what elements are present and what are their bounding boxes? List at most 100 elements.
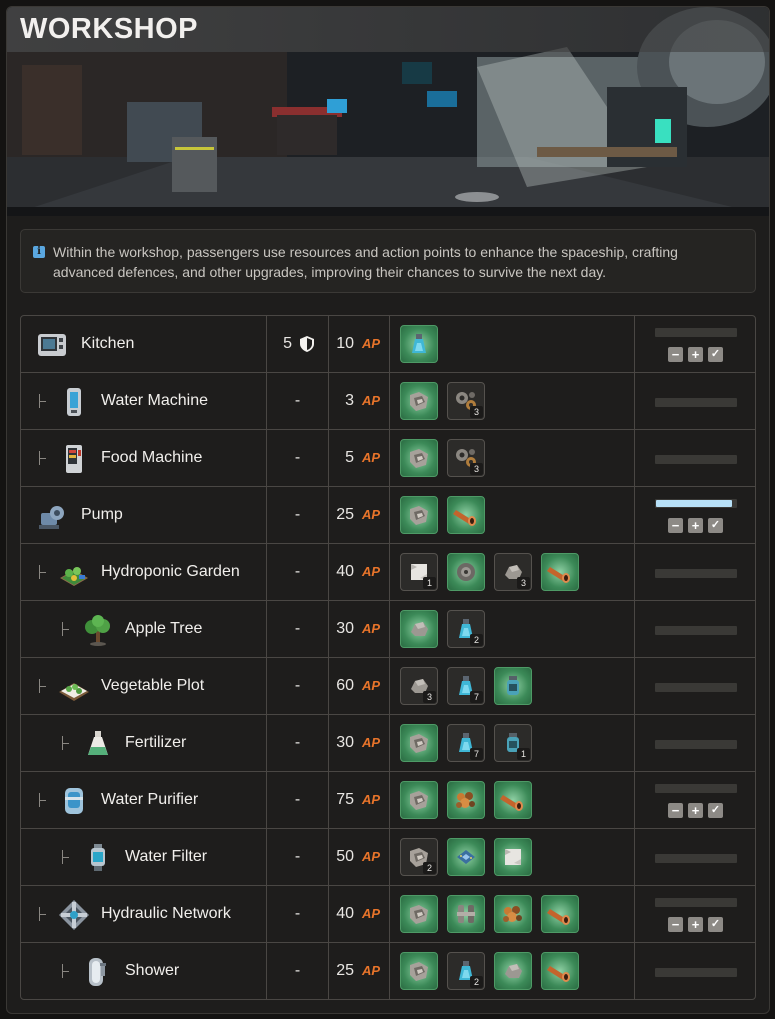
building-row-water-filter[interactable]: Water Filter - 50 AP 2 <box>21 829 755 886</box>
tree-connector <box>39 451 48 465</box>
tree-connector <box>62 736 71 750</box>
progress-cell: − + ✓ <box>635 772 755 828</box>
ap-cost-cell: 3 AP <box>329 373 390 429</box>
progress-bar <box>655 626 737 635</box>
decrease-button[interactable]: − <box>668 347 683 362</box>
defense-value: - <box>294 620 301 637</box>
resource-slot[interactable]: 3 <box>400 667 438 705</box>
resource-slot[interactable] <box>494 781 532 819</box>
shield-icon <box>300 336 314 352</box>
defense-value: 5 <box>283 335 292 352</box>
resource-slot[interactable] <box>541 895 579 933</box>
resource-slot[interactable] <box>400 952 438 990</box>
building-row-water-purifier[interactable]: Water Purifier - 75 AP − + ✓ <box>21 772 755 829</box>
defense-value: - <box>294 791 301 808</box>
decrease-button[interactable]: − <box>668 803 683 818</box>
decrease-button[interactable]: − <box>668 917 683 932</box>
building-row-vegetable-plot[interactable]: Vegetable Plot -60 AP 3 7 <box>21 658 755 715</box>
resource-slot[interactable] <box>541 952 579 990</box>
ap-cost-value: 30 <box>336 620 354 637</box>
resources-cell: 13 <box>390 544 635 600</box>
ap-cost-value: 50 <box>336 848 354 865</box>
resources-cell <box>390 886 635 942</box>
kitchen-icon <box>35 328 69 362</box>
resource-slot[interactable] <box>400 496 438 534</box>
building-name: Kitchen <box>81 335 135 352</box>
resource-slot[interactable]: 3 <box>494 553 532 591</box>
confirm-check-button[interactable]: ✓ <box>708 803 723 818</box>
water-filter-icon <box>81 841 115 875</box>
building-row-food-machine[interactable]: Food Machine - 5 AP 3 <box>21 430 755 487</box>
confirm-check-button[interactable]: ✓ <box>708 347 723 362</box>
ap-cost-cell: 25 AP <box>329 487 390 543</box>
confirm-check-button[interactable]: ✓ <box>708 917 723 932</box>
defense-value: - <box>294 962 301 979</box>
defense-cell: - <box>267 487 329 543</box>
resource-slot[interactable] <box>400 895 438 933</box>
ap-cost-value: 25 <box>336 506 354 523</box>
resource-slot[interactable]: 2 <box>400 838 438 876</box>
ap-cost-value: 3 <box>345 392 354 409</box>
resource-slot[interactable]: 2 <box>447 952 485 990</box>
building-row-hydraulic-network[interactable]: Hydraulic Network - 40 AP − + ✓ <box>21 886 755 943</box>
building-row-apple-tree[interactable]: Apple Tree - 30 AP 2 <box>21 601 755 658</box>
resource-slot[interactable] <box>400 781 438 819</box>
resource-slot[interactable] <box>447 781 485 819</box>
resource-slot[interactable] <box>447 553 485 591</box>
building-name: Shower <box>125 962 180 979</box>
resources-cell: 2 <box>390 829 635 885</box>
defense-value: - <box>294 734 301 751</box>
tree-connector <box>62 622 71 636</box>
building-row-hydroponic-garden[interactable]: Hydroponic Garden -40 AP 1 3 <box>21 544 755 601</box>
building-row-kitchen[interactable]: Kitchen 5 10 AP − + ✓ <box>21 316 755 373</box>
ap-label: AP <box>362 735 381 750</box>
info-icon: i <box>33 246 45 258</box>
building-row-water-machine[interactable]: Water Machine - 3 AP 3 <box>21 373 755 430</box>
resource-count: 1 <box>517 748 530 760</box>
resources-cell <box>390 316 635 372</box>
resource-slot[interactable]: 2 <box>447 610 485 648</box>
resource-slot[interactable] <box>400 325 438 363</box>
resource-slot[interactable]: 7 <box>447 667 485 705</box>
building-row-shower[interactable]: Shower - 25 AP 2 <box>21 943 755 999</box>
increase-button[interactable]: + <box>688 803 703 818</box>
building-name-cell: Kitchen <box>21 316 267 372</box>
defense-cell: - <box>267 943 329 999</box>
resource-slot[interactable] <box>400 724 438 762</box>
confirm-check-button[interactable]: ✓ <box>708 518 723 533</box>
ap-cost-value: 60 <box>336 677 354 694</box>
hydroponic-garden-icon <box>57 556 91 590</box>
resource-slot[interactable]: 1 <box>494 724 532 762</box>
resource-slot[interactable] <box>494 667 532 705</box>
resource-slot[interactable]: 3 <box>447 439 485 477</box>
resource-slot[interactable] <box>447 496 485 534</box>
ap-label: AP <box>362 450 381 465</box>
resource-count: 3 <box>470 406 483 418</box>
resource-slot[interactable] <box>400 382 438 420</box>
resource-slot[interactable] <box>494 952 532 990</box>
building-name: Water Filter <box>125 848 208 865</box>
increase-button[interactable]: + <box>688 347 703 362</box>
building-row-pump[interactable]: Pump - 25 AP − + ✓ <box>21 487 755 544</box>
progress-bar <box>655 455 737 464</box>
ap-cost-cell: 5 AP <box>329 430 390 486</box>
resource-slot[interactable] <box>494 838 532 876</box>
resource-slot[interactable] <box>447 895 485 933</box>
tree-connector <box>62 850 71 864</box>
resource-slot[interactable]: 3 <box>447 382 485 420</box>
building-row-fertilizer[interactable]: Fertilizer -30 AP 7 1 <box>21 715 755 772</box>
resource-slot[interactable] <box>400 439 438 477</box>
resource-slot[interactable] <box>447 838 485 876</box>
progress-cell <box>635 715 755 771</box>
resource-slot[interactable]: 1 <box>400 553 438 591</box>
resource-slot[interactable]: 7 <box>447 724 485 762</box>
hydraulic-network-icon <box>57 898 91 932</box>
resource-slot[interactable] <box>494 895 532 933</box>
resource-slot[interactable] <box>400 610 438 648</box>
resource-slot[interactable] <box>541 553 579 591</box>
increase-button[interactable]: + <box>688 917 703 932</box>
building-name: Food Machine <box>101 449 203 466</box>
decrease-button[interactable]: − <box>668 518 683 533</box>
increase-button[interactable]: + <box>688 518 703 533</box>
tree-connector <box>39 565 48 579</box>
